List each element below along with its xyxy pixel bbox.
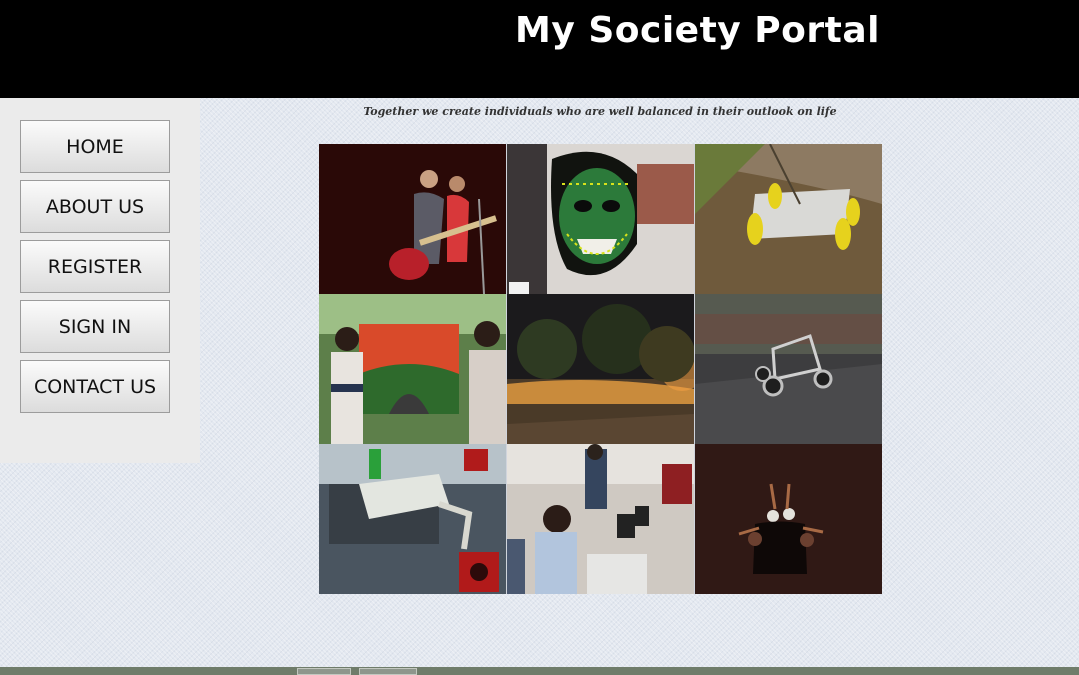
tagline: Together we create individuals who are w…	[363, 105, 837, 118]
photo-gallery	[319, 144, 882, 594]
nav-contact-us-button[interactable]: CONTACT US	[20, 360, 170, 413]
gallery-photo-painting	[319, 294, 506, 444]
sidebar-nav: HOME ABOUT US REGISTER SIGN IN CONTACT U…	[0, 98, 200, 463]
gallery-photo-robot-arm	[319, 444, 506, 594]
site-header: My Society Portal	[0, 0, 1079, 98]
nav-about-us-button[interactable]: ABOUT US	[20, 180, 170, 233]
gallery-photo-musicians	[319, 144, 506, 294]
gallery-photo-rover	[695, 144, 882, 294]
nav-sign-in-button[interactable]: SIGN IN	[20, 300, 170, 353]
nav-home-button[interactable]: HOME	[20, 120, 170, 173]
site-title: My Society Portal	[515, 10, 881, 51]
gallery-photo-face-paint	[507, 144, 694, 294]
gallery-photo-night-campus	[507, 294, 694, 444]
gallery-photo-dance	[695, 444, 882, 594]
taskbar-button-browser[interactable]	[297, 668, 351, 675]
gallery-photo-buggy	[695, 294, 882, 444]
taskbar-button-app[interactable]	[359, 668, 417, 675]
nav-register-button[interactable]: REGISTER	[20, 240, 170, 293]
gallery-photo-computer-lab	[507, 444, 694, 594]
os-taskbar	[0, 667, 1079, 675]
